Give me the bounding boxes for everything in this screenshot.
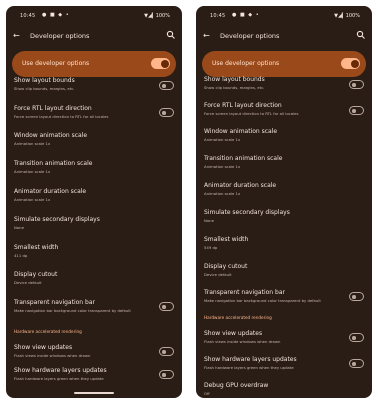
page-title: Developer options xyxy=(220,32,280,40)
transparent-navbar-switch[interactable] xyxy=(349,292,364,301)
setting-title: Display cutout xyxy=(14,271,58,278)
switch-knob xyxy=(352,83,356,87)
setting-title: Window animation scale xyxy=(14,132,88,139)
show-view-updates-switch[interactable] xyxy=(349,333,364,342)
status-bar: 10:45 ● ■ ◆ • ▼◢▎100% xyxy=(196,6,372,24)
setting-title: Animator duration scale xyxy=(204,182,277,189)
back-arrow-icon[interactable]: ← xyxy=(13,31,20,40)
setting-title: Simulate secondary displays xyxy=(204,209,290,216)
show-hw-layers-switch[interactable] xyxy=(159,370,174,379)
status-right-indicators: ▼◢▎100% xyxy=(144,13,170,19)
back-arrow-icon[interactable]: ← xyxy=(203,31,210,40)
setting-title: Animator duration scale xyxy=(14,188,87,195)
switch-knob xyxy=(352,295,356,299)
notification-icons: ● ■ ◆ • xyxy=(42,12,70,18)
status-time: 10:45 xyxy=(210,13,226,19)
setting-title: Simulate secondary displays xyxy=(14,216,100,223)
transparent-navbar-switch[interactable] xyxy=(159,302,174,311)
switch-knob xyxy=(160,59,169,68)
setting-subtitle: Animation scale 1x xyxy=(14,169,51,174)
search-icon[interactable] xyxy=(166,30,176,40)
setting-title: Show hardware layers updates xyxy=(14,367,107,374)
setting-subtitle: 411 dp xyxy=(14,253,28,258)
status-bar: 10:45 ● ■ ◆ • ▼◢▎100% xyxy=(6,6,182,24)
force-rtl-switch[interactable] xyxy=(159,108,174,117)
status-time: 10:45 xyxy=(20,13,36,19)
setting-subtitle: 549 dp xyxy=(204,245,218,250)
use-developer-options-label: Use developer options xyxy=(22,60,90,67)
setting-title: Force RTL layout direction xyxy=(14,105,92,112)
app-bar: ← Developer options xyxy=(6,26,182,48)
setting-title: Transition animation scale xyxy=(14,160,93,167)
switch-knob xyxy=(352,336,356,340)
developer-options-switch[interactable] xyxy=(151,58,170,69)
setting-title: Window animation scale xyxy=(204,128,278,135)
use-developer-options-label: Use developer options xyxy=(212,60,280,67)
setting-subtitle: Flash hardware layers green when they up… xyxy=(14,376,104,381)
status-right-indicators: ▼◢▎100% xyxy=(334,13,360,19)
switch-knob xyxy=(162,305,166,309)
setting-subtitle: Show clip bounds, margins, etc. xyxy=(204,85,265,90)
use-developer-options-row[interactable]: Use developer options xyxy=(202,51,366,77)
switch-knob xyxy=(162,84,166,88)
setting-title: Show hardware layers updates xyxy=(204,356,297,363)
page-title: Developer options xyxy=(30,32,90,40)
setting-title: Transition animation scale xyxy=(204,155,283,162)
show-layout-bounds-switch[interactable] xyxy=(159,81,174,90)
setting-subtitle: Animation scale 1x xyxy=(204,137,241,142)
setting-title: Transparent navigation bar xyxy=(204,289,285,296)
section-header-hardware: Hardware accelerated rendering xyxy=(14,329,82,334)
setting-subtitle: Animation scale 1x xyxy=(14,197,51,202)
switch-knob xyxy=(352,109,356,113)
setting-title: Smallest width xyxy=(204,236,249,243)
setting-title: Show view updates xyxy=(14,344,73,351)
setting-title: Show view updates xyxy=(204,330,263,337)
setting-subtitle: Animation scale 1x xyxy=(204,191,241,196)
phone-screen-right: 10:45 ● ■ ◆ • ▼◢▎100% ← Developer option… xyxy=(196,6,372,398)
developer-options-switch[interactable] xyxy=(341,58,360,69)
switch-knob xyxy=(162,350,166,354)
setting-subtitle: Off xyxy=(204,391,210,396)
setting-subtitle: Animation scale 1x xyxy=(204,164,241,169)
setting-subtitle: Flash views inside windows when drawn xyxy=(204,339,281,344)
setting-subtitle: Flash views inside windows when drawn xyxy=(14,353,91,358)
setting-title: Smallest width xyxy=(14,244,59,251)
setting-subtitle: None xyxy=(14,225,24,230)
setting-subtitle: Make navigation bar background color tra… xyxy=(204,298,321,303)
use-developer-options-row[interactable]: Use developer options xyxy=(12,51,176,77)
setting-subtitle: None xyxy=(204,218,214,223)
switch-knob xyxy=(352,362,356,366)
setting-title: Transparent navigation bar xyxy=(14,299,95,306)
show-view-updates-switch[interactable] xyxy=(159,347,174,356)
setting-subtitle: Make navigation bar background color tra… xyxy=(14,308,131,313)
setting-subtitle: Show clip bounds, margins, etc. xyxy=(14,86,75,91)
section-header-hardware: Hardware accelerated rendering xyxy=(204,315,272,320)
setting-title: Show layout bounds xyxy=(14,77,75,84)
phone-screen-left: 10:45 ● ■ ◆ • ▼◢▎100% ← Developer option… xyxy=(6,6,182,398)
setting-subtitle: Force screen layout direction to RTL for… xyxy=(204,111,299,116)
force-rtl-switch[interactable] xyxy=(349,106,364,115)
setting-subtitle: Device default xyxy=(204,272,232,277)
app-bar: ← Developer options xyxy=(196,26,372,48)
switch-knob xyxy=(162,111,166,115)
show-layout-bounds-switch[interactable] xyxy=(349,80,364,89)
switch-knob xyxy=(162,373,166,377)
setting-title: Display cutout xyxy=(204,263,248,270)
setting-title: Show layout bounds xyxy=(204,76,265,83)
gesture-nav-handle[interactable] xyxy=(74,392,114,394)
setting-title: Force RTL layout direction xyxy=(204,102,282,109)
show-hw-layers-switch[interactable] xyxy=(349,359,364,368)
setting-subtitle: Flash hardware layers green when they up… xyxy=(204,365,294,370)
setting-subtitle: Animation scale 1x xyxy=(14,141,51,146)
setting-title: Debug GPU overdraw xyxy=(204,382,269,389)
switch-knob xyxy=(350,59,359,68)
setting-subtitle: Force screen layout direction to RTL for… xyxy=(14,114,109,119)
setting-subtitle: Device default xyxy=(14,280,42,285)
notification-icons: ● ■ ◆ • xyxy=(232,12,260,18)
search-icon[interactable] xyxy=(356,30,366,40)
